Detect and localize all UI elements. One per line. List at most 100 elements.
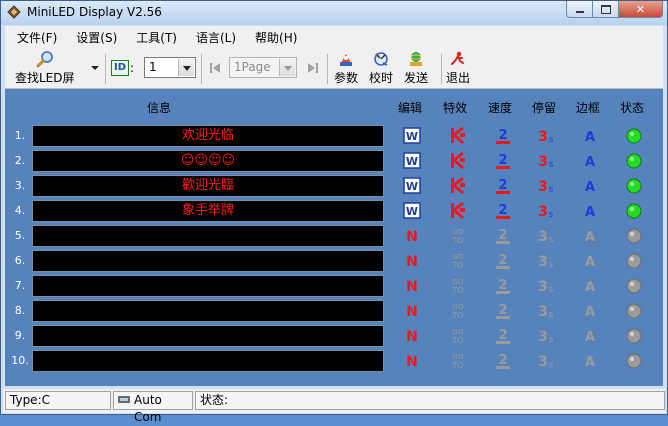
new-icon[interactable]: N — [402, 301, 422, 320]
row-message[interactable]: ☺☺☺☺ — [32, 150, 384, 172]
status-dot — [626, 353, 642, 369]
first-page-icon[interactable] — [208, 60, 222, 76]
row-number: 7. — [14, 279, 26, 292]
table-row[interactable]: 8. N GO TO 2 3 s A — [5, 300, 663, 322]
edit-icon[interactable]: W — [402, 201, 422, 220]
table-row[interactable]: 9. N GO TO 2 3 s A — [5, 325, 663, 347]
find-led-button[interactable]: 查找LED屏 — [15, 50, 75, 86]
row-message[interactable] — [32, 225, 384, 247]
sync-time-label: 校时 — [369, 71, 394, 85]
menu-file[interactable]: 文件(F) — [10, 29, 64, 46]
row-message[interactable] — [32, 300, 384, 322]
sync-time-button[interactable]: 校时 — [369, 50, 393, 86]
speed-icon[interactable]: 2 — [493, 151, 513, 170]
effect-icon[interactable] — [448, 176, 468, 195]
effect-glyph-top: GO — [453, 253, 464, 261]
new-icon[interactable]: N — [402, 351, 422, 370]
row-number: 9. — [14, 329, 26, 342]
border-icon[interactable]: A — [580, 151, 600, 170]
table-row[interactable]: 1. 欢迎光临 W 2 3 s A — [5, 125, 663, 147]
last-page-icon[interactable] — [306, 60, 320, 76]
pause-unit-glyph: s — [549, 335, 554, 345]
table-row[interactable]: 5. N GO TO 2 3 s A — [5, 225, 663, 247]
row-message[interactable] — [32, 250, 384, 272]
new-glyph: N — [406, 354, 418, 370]
find-led-label: 查找LED屏 — [15, 71, 75, 85]
minimize-button[interactable] — [566, 1, 593, 18]
border-icon[interactable]: A — [580, 126, 600, 145]
row-message[interactable]: 象手举牌 — [32, 200, 384, 222]
table-row[interactable]: 7. N GO TO 2 3 s A — [5, 275, 663, 297]
pause-icon[interactable]: 3s — [536, 201, 556, 220]
close-button[interactable]: ✕ — [619, 1, 663, 18]
speed-glyph: 2 — [498, 253, 507, 268]
speed-icon[interactable]: 2 — [493, 126, 513, 145]
border-icon[interactable]: A — [580, 201, 600, 220]
new-icon[interactable]: N — [402, 276, 422, 295]
row-message[interactable] — [32, 350, 384, 372]
new-icon[interactable]: N — [402, 326, 422, 345]
id-select[interactable]: 1 — [144, 57, 196, 78]
border-glyph: A — [585, 305, 595, 320]
speed-icon[interactable]: 2 — [493, 201, 513, 220]
menu-help[interactable]: 帮助(H) — [248, 29, 304, 46]
find-led-dropdown[interactable] — [91, 64, 99, 72]
border-icon: A — [585, 255, 595, 270]
row-message[interactable] — [32, 325, 384, 347]
row-message[interactable]: 歡迎光臨 — [32, 175, 384, 197]
pause-icon: 3s — [538, 229, 554, 245]
pause-glyph: 3 — [538, 229, 548, 245]
send-icon — [410, 52, 422, 66]
table-row[interactable]: 3. 歡迎光臨 W 2 3 s A — [5, 175, 663, 197]
edit-icon[interactable]: W — [402, 126, 422, 145]
magnifier-icon — [36, 51, 53, 68]
border-glyph: A — [585, 330, 595, 345]
effect-glyph-bottom: TO — [451, 361, 463, 370]
menu-language[interactable]: 语言(L) — [189, 29, 243, 46]
params-button[interactable]: 参数 — [334, 50, 358, 86]
border-glyph: A — [585, 280, 595, 295]
border-icon: A — [585, 330, 595, 345]
edit-icon[interactable]: W — [402, 151, 422, 170]
id-colon: : — [130, 61, 135, 75]
effect-glyph-bottom: TO — [451, 261, 463, 270]
row-message[interactable] — [32, 275, 384, 297]
pause-icon[interactable]: 3s — [536, 126, 556, 145]
pause-icon[interactable]: 3s — [536, 151, 556, 170]
page-select-value: 1Page — [234, 60, 271, 74]
table-row[interactable]: 10. N GO TO 2 3 s A — [5, 350, 663, 372]
status-dot — [626, 253, 642, 269]
effect-icon[interactable] — [448, 151, 468, 170]
pause-unit-glyph: s — [549, 135, 554, 145]
speed-glyph: 2 — [498, 178, 507, 193]
menu-tools[interactable]: 工具(T) — [129, 29, 184, 46]
new-icon[interactable]: N — [402, 251, 422, 270]
table-row[interactable]: 4. 象手举牌 W 2 3 s A — [5, 200, 663, 222]
new-glyph: N — [406, 229, 418, 245]
com-port-indicator[interactable]: Auto Com — [113, 391, 193, 424]
send-button[interactable]: 发送 — [404, 50, 428, 86]
effect-icon[interactable] — [448, 126, 468, 145]
new-icon[interactable]: N — [402, 226, 422, 245]
row-message[interactable]: 欢迎光临 — [32, 125, 384, 147]
pause-glyph: 3 — [538, 129, 548, 145]
col-pause: 停留 — [532, 101, 557, 115]
pause-icon[interactable]: 3s — [536, 176, 556, 195]
edit-glyph: W — [406, 130, 418, 143]
title-bar[interactable]: MiniLED Display V2.56 ✕ — [1, 1, 667, 25]
speed-icon[interactable]: 2 — [493, 176, 513, 195]
speed-glyph: 2 — [498, 128, 507, 143]
border-glyph: A — [585, 230, 595, 245]
effect-glyph-top: GO — [453, 303, 464, 311]
table-row[interactable]: 6. N GO TO 2 3 s A — [5, 250, 663, 272]
table-row[interactable]: 2. ☺☺☺☺ W 2 3 s A — [5, 150, 663, 172]
menu-settings[interactable]: 设置(S) — [69, 29, 124, 46]
maximize-button[interactable] — [593, 1, 619, 18]
exit-icon — [451, 51, 464, 65]
effect-icon[interactable] — [448, 201, 468, 220]
page-select[interactable]: 1Page — [229, 57, 297, 78]
edit-icon[interactable]: W — [402, 176, 422, 195]
border-icon[interactable]: A — [580, 176, 600, 195]
effect-icon: GOTO — [451, 228, 464, 245]
exit-button[interactable]: 退出 — [446, 50, 470, 86]
